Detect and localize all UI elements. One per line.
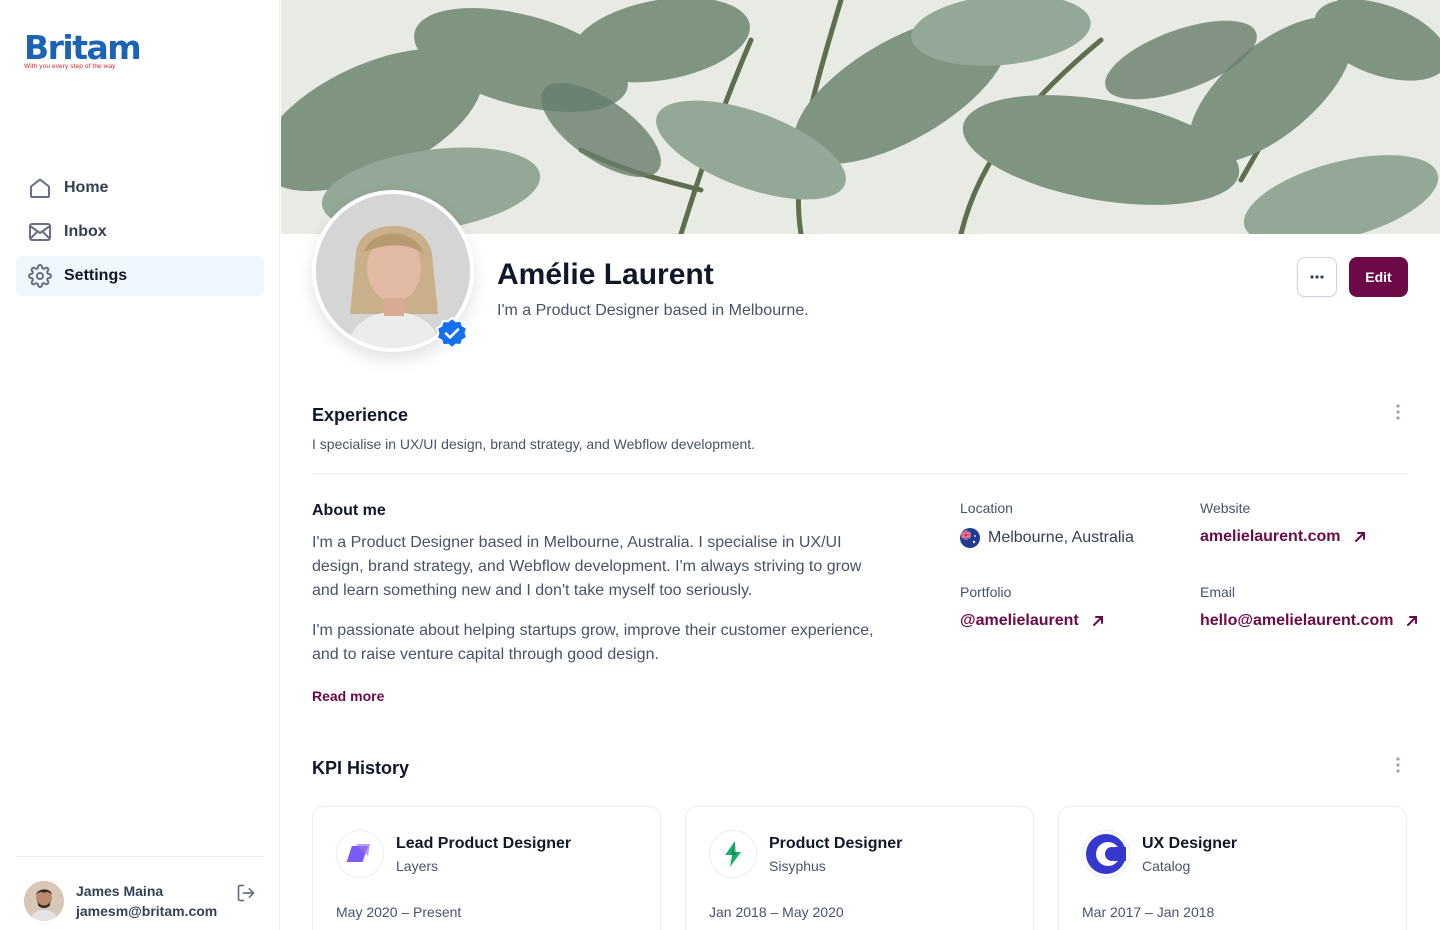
about-paragraph: I'm a Product Designer based in Melbourn… <box>312 534 862 599</box>
experience-description: I specialise in UX/UI design, brand stra… <box>312 436 756 452</box>
more-options-button[interactable] <box>1297 257 1337 297</box>
portfolio-link[interactable]: @amelielaurent <box>960 612 1105 630</box>
website-text: amelielaurent.com <box>1200 528 1341 545</box>
read-more-link[interactable]: Read more <box>312 688 384 704</box>
account-footer: James Maina jamesm@britam.com <box>16 856 264 930</box>
sidebar-item-label: Home <box>64 179 109 196</box>
profile-name: Amélie Laurent <box>497 258 714 291</box>
kpi-card[interactable]: Lead Product Designer Layers May 2020 – … <box>312 806 661 930</box>
arrow-up-right-icon <box>1353 530 1367 544</box>
experience-menu-icon[interactable] <box>1388 402 1408 422</box>
britam-logo[interactable]: Britam With you every step of the way <box>24 28 142 71</box>
kpi-dates: Mar 2017 – Jan 2018 <box>1082 904 1215 920</box>
email-text: hello@amelielaurent.com <box>1200 612 1394 629</box>
australia-flag-icon <box>960 528 980 548</box>
about-paragraph: I'm passionate about helping startups gr… <box>312 622 874 663</box>
email-link[interactable]: hello@amelielaurent.com <box>1200 612 1419 630</box>
kpi-card[interactable]: Product Designer Sisyphus Jan 2018 – May… <box>685 806 1034 930</box>
profile-tagline: I'm a Product Designer based in Melbourn… <box>497 302 809 319</box>
website-label: Website <box>1200 500 1251 516</box>
kpi-company: Sisyphus <box>769 858 826 874</box>
mail-icon <box>28 220 52 244</box>
cover-image <box>281 0 1440 234</box>
about-title: About me <box>312 502 386 519</box>
kpi-role: UX Designer <box>1142 835 1238 852</box>
sidebar: Britam With you every step of the way Ho… <box>0 0 280 930</box>
kpi-role: Product Designer <box>769 835 903 852</box>
sidebar-nav: Home Inbox Settings <box>16 168 264 300</box>
arrow-up-right-icon <box>1091 614 1105 628</box>
kpi-company: Catalog <box>1142 858 1191 874</box>
sidebar-item-settings[interactable]: Settings <box>16 256 264 296</box>
verified-badge-icon <box>435 316 469 350</box>
profile-main: Amélie Laurent I'm a Product Designer ba… <box>281 0 1440 930</box>
kpi-menu-icon[interactable] <box>1388 755 1408 775</box>
email-label: Email <box>1200 584 1236 600</box>
user-email: jamesm@britam.com <box>76 903 218 919</box>
user-name: James Maina <box>76 883 164 899</box>
logout-icon[interactable] <box>234 881 258 905</box>
location-value: Melbourne, Australia <box>960 528 1134 548</box>
arrow-up-right-icon <box>1405 614 1419 628</box>
sidebar-item-label: Inbox <box>64 223 107 240</box>
logo-wordmark: Britam <box>24 28 142 67</box>
catalog-logo-icon <box>1082 830 1130 878</box>
sidebar-item-home[interactable]: Home <box>16 168 264 208</box>
portfolio-text: @amelielaurent <box>960 612 1079 629</box>
dots-horizontal-icon <box>1310 275 1324 279</box>
location-text: Melbourne, Australia <box>988 529 1134 546</box>
home-icon <box>28 176 52 200</box>
website-link[interactable]: amelielaurent.com <box>1200 528 1367 546</box>
kpi-role: Lead Product Designer <box>396 835 572 852</box>
kpi-dates: Jan 2018 – May 2020 <box>709 904 844 920</box>
sisyphus-logo-icon <box>709 830 757 878</box>
experience-title: Experience <box>312 405 409 425</box>
edit-button[interactable]: Edit <box>1349 257 1408 297</box>
layers-logo-icon <box>336 830 384 878</box>
section-divider <box>312 473 1408 474</box>
sidebar-item-inbox[interactable]: Inbox <box>16 212 264 252</box>
kpi-dates: May 2020 – Present <box>336 904 462 920</box>
gear-icon <box>28 264 52 288</box>
sidebar-item-label: Settings <box>64 267 128 284</box>
kpi-company: Layers <box>396 858 439 874</box>
portfolio-label: Portfolio <box>960 584 1012 600</box>
kpi-history-title: KPI History <box>312 758 410 778</box>
avatar[interactable] <box>24 881 64 921</box>
location-label: Location <box>960 500 1013 516</box>
kpi-card[interactable]: UX Designer Catalog Mar 2017 – Jan 2018 <box>1058 806 1407 930</box>
